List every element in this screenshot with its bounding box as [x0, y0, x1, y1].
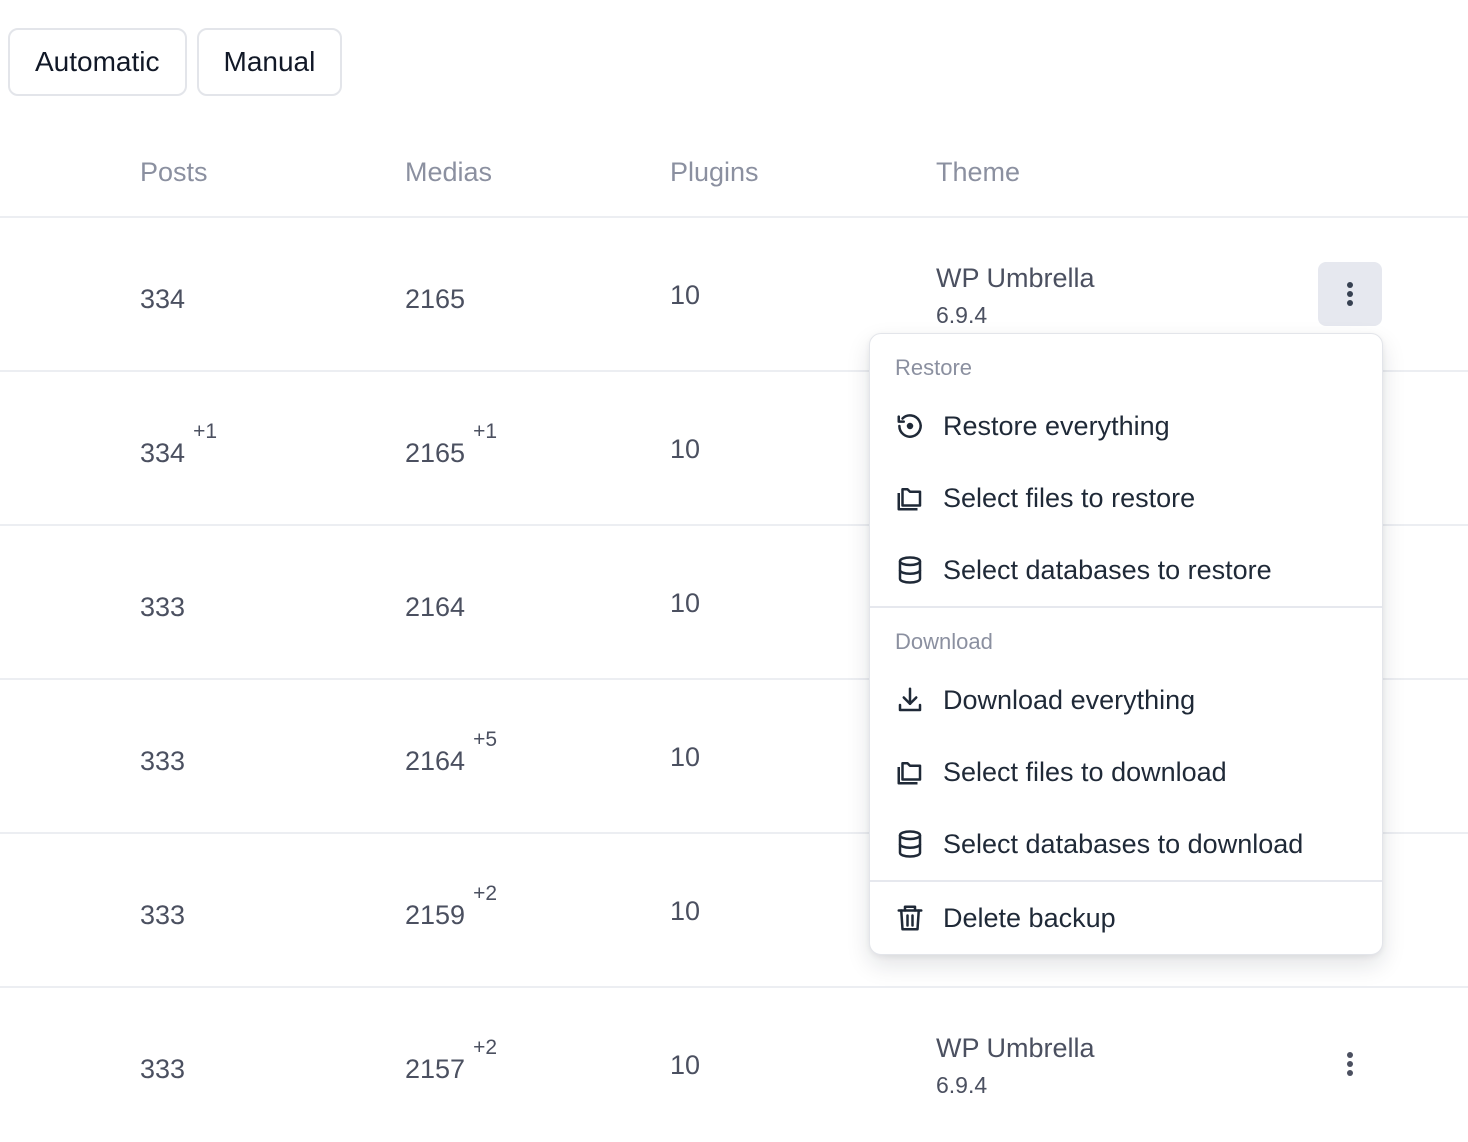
- posts-cell: 333: [140, 746, 186, 776]
- column-header-medias: Medias: [405, 157, 493, 187]
- column-header-plugins: Plugins: [670, 157, 759, 187]
- database-icon: [894, 554, 926, 586]
- download-icon: [894, 684, 926, 716]
- restore-section-heading: Restore: [895, 355, 973, 380]
- download-everything-item[interactable]: Download everything: [870, 670, 1382, 730]
- more-vertical-icon: [1347, 282, 1353, 306]
- table-header: Posts Medias Plugins Theme: [0, 140, 1468, 218]
- backup-actions-menu: Restore Restore everything Select files …: [869, 333, 1383, 955]
- theme-version: 6.9.4: [936, 302, 988, 328]
- download-everything-label: Download everything: [943, 684, 1196, 715]
- plugins-cell: 10: [670, 434, 701, 464]
- posts-cell: 334+1: [140, 420, 218, 468]
- posts-cell: 333: [140, 1054, 186, 1084]
- automatic-filter-button[interactable]: Automatic: [8, 28, 187, 96]
- medias-delta-badge: +1: [473, 420, 498, 443]
- medias-delta-badge: +5: [473, 728, 498, 751]
- plugins-cell: 10: [670, 1050, 701, 1080]
- plugins-cell: 10: [670, 742, 701, 772]
- table-row[interactable]: 333 2157+2 10 WP Umbrella 6.9.4: [0, 988, 1468, 1142]
- delete-backup-item[interactable]: Delete backup: [870, 888, 1382, 948]
- select-files-to-restore-item[interactable]: Select files to restore: [870, 468, 1382, 528]
- select-files-to-download-item[interactable]: Select files to download: [870, 742, 1382, 802]
- posts-delta-badge: +1: [193, 420, 218, 443]
- medias-delta-badge: +2: [473, 1036, 498, 1059]
- trash-icon: [894, 902, 926, 934]
- plugins-cell: 10: [670, 588, 701, 618]
- backup-type-filters: Automatic Manual: [8, 28, 343, 96]
- menu-divider: [870, 880, 1382, 882]
- theme-name: WP Umbrella: [936, 1033, 1095, 1063]
- posts-cell: 333: [140, 900, 186, 930]
- folders-icon: [894, 756, 926, 788]
- medias-cell: 2159+2: [405, 882, 498, 930]
- database-icon: [894, 828, 926, 860]
- medias-cell: 2165+1: [405, 420, 498, 468]
- medias-cell: 2157+2: [405, 1036, 498, 1084]
- download-section-heading: Download: [895, 629, 993, 654]
- medias-cell: 2165: [405, 284, 466, 314]
- folders-icon: [894, 482, 926, 514]
- menu-divider: [870, 606, 1382, 608]
- select-databases-to-restore-item[interactable]: Select databases to restore: [870, 540, 1382, 600]
- more-vertical-icon: [1347, 1052, 1353, 1076]
- restore-everything-label: Restore everything: [943, 410, 1170, 441]
- plugins-cell: 10: [670, 280, 701, 310]
- delete-backup-label: Delete backup: [943, 902, 1116, 933]
- theme-name: WP Umbrella: [936, 263, 1095, 293]
- select-databases-to-download-label: Select databases to download: [943, 828, 1304, 859]
- select-files-to-restore-label: Select files to restore: [943, 482, 1196, 513]
- medias-cell: 2164+5: [405, 728, 498, 776]
- select-files-to-download-label: Select files to download: [943, 756, 1227, 787]
- medias-delta-badge: +2: [473, 882, 498, 905]
- row-actions-button[interactable]: [1318, 262, 1382, 326]
- theme-version: 6.9.4: [936, 1072, 988, 1098]
- column-header-theme: Theme: [936, 157, 1021, 187]
- plugins-cell: 10: [670, 896, 701, 926]
- posts-cell: 334: [140, 284, 186, 314]
- row-actions-button[interactable]: [1318, 1032, 1382, 1096]
- column-header-posts: Posts: [140, 157, 208, 187]
- history-icon: [894, 410, 926, 442]
- posts-cell: 333: [140, 592, 186, 622]
- select-databases-to-download-item[interactable]: Select databases to download: [870, 814, 1382, 874]
- manual-filter-button[interactable]: Manual: [196, 28, 343, 96]
- medias-cell: 2164: [405, 592, 466, 622]
- restore-everything-item[interactable]: Restore everything: [870, 396, 1382, 456]
- select-databases-to-restore-label: Select databases to restore: [943, 554, 1272, 585]
